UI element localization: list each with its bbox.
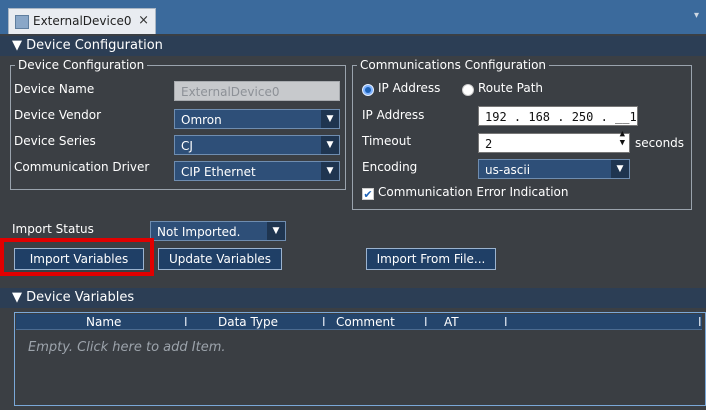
device-series-label: Device Series xyxy=(14,134,96,148)
tab-list-dropdown-icon[interactable]: ▾ xyxy=(694,10,704,21)
import-status-label: Import Status xyxy=(12,222,94,236)
route-path-radio[interactable] xyxy=(462,84,474,96)
timeout-label: Timeout xyxy=(362,134,412,148)
device-icon xyxy=(15,15,29,29)
encoding-value: us-ascii xyxy=(485,163,531,177)
column-header-name[interactable]: Name xyxy=(86,314,121,330)
device-vendor-value: Omron xyxy=(181,113,222,127)
timeout-input[interactable]: 2 ▲ ▼ xyxy=(478,130,630,153)
error-indication-checkbox[interactable]: ✔ xyxy=(362,188,374,200)
column-separator[interactable]: I xyxy=(322,314,326,330)
route-path-radio-label[interactable]: Route Path xyxy=(478,81,543,95)
document-tab-strip: ExternalDevice0 × ▾ xyxy=(0,0,706,34)
ip-address-label: IP Address xyxy=(362,108,425,122)
error-indication-label[interactable]: Communication Error Indication xyxy=(378,185,569,199)
encoding-select[interactable]: us-ascii ▼ xyxy=(478,159,630,179)
empty-table-placeholder[interactable]: Empty. Click here to add Item. xyxy=(28,340,226,355)
spinner-icon[interactable]: ▲ ▼ xyxy=(620,130,625,148)
device-name-field: ExternalDevice0 xyxy=(174,81,340,101)
ip-address-radio[interactable] xyxy=(362,84,374,96)
device-name-label: Device Name xyxy=(14,82,95,96)
tab-external-device[interactable]: ExternalDevice0 × xyxy=(8,8,156,34)
device-series-select[interactable]: CJ ▼ xyxy=(174,135,340,155)
import-variables-button[interactable]: Import Variables xyxy=(14,248,144,270)
communication-driver-select[interactable]: CIP Ethernet ▼ xyxy=(174,161,340,181)
timeout-unit: seconds xyxy=(635,136,685,150)
import-from-file-button[interactable]: Import From File... xyxy=(366,248,496,270)
communications-configuration-legend: Communications Configuration xyxy=(360,58,547,72)
update-variables-button[interactable]: Update Variables xyxy=(158,248,282,270)
device-vendor-select[interactable]: Omron ▼ xyxy=(174,109,340,129)
close-tab-icon[interactable]: × xyxy=(138,13,149,28)
import-status-value: Not Imported. xyxy=(157,225,241,239)
column-separator[interactable]: I xyxy=(424,314,428,330)
column-separator[interactable]: I xyxy=(698,314,702,330)
timeout-value: 2 xyxy=(485,137,493,151)
communication-driver-label: Communication Driver xyxy=(14,160,150,174)
ip-address-radio-label[interactable]: IP Address xyxy=(378,81,440,95)
column-header-data-type[interactable]: Data Type xyxy=(218,314,278,330)
chevron-down-icon[interactable]: ▼ xyxy=(267,222,285,240)
device-configuration-section-header[interactable]: ▼ Device Configuration xyxy=(0,36,706,56)
communication-driver-value: CIP Ethernet xyxy=(181,165,256,179)
chevron-down-icon[interactable]: ▼ xyxy=(321,110,339,128)
table-header: Name I Data Type I Comment I AT I I xyxy=(16,314,702,330)
column-header-comment[interactable]: Comment xyxy=(336,314,395,330)
column-separator[interactable]: I xyxy=(184,314,188,330)
device-variables-section-header[interactable]: ▼ Device Variables xyxy=(0,288,706,308)
chevron-down-icon[interactable]: ▼ xyxy=(321,136,339,154)
column-header-at[interactable]: AT xyxy=(444,314,459,330)
import-status-select[interactable]: Not Imported. ▼ xyxy=(150,221,286,241)
device-configuration-legend: Device Configuration xyxy=(18,58,145,72)
device-series-value: CJ xyxy=(181,139,193,153)
device-vendor-label: Device Vendor xyxy=(14,108,102,122)
tab-title: ExternalDevice0 xyxy=(33,14,132,28)
chevron-down-icon[interactable]: ▼ xyxy=(321,162,339,180)
ip-address-input[interactable]: 192 . 168 . 250 . __1 xyxy=(478,106,638,126)
encoding-label: Encoding xyxy=(362,160,418,174)
chevron-down-icon[interactable]: ▼ xyxy=(611,160,629,178)
column-separator[interactable]: I xyxy=(504,314,508,330)
